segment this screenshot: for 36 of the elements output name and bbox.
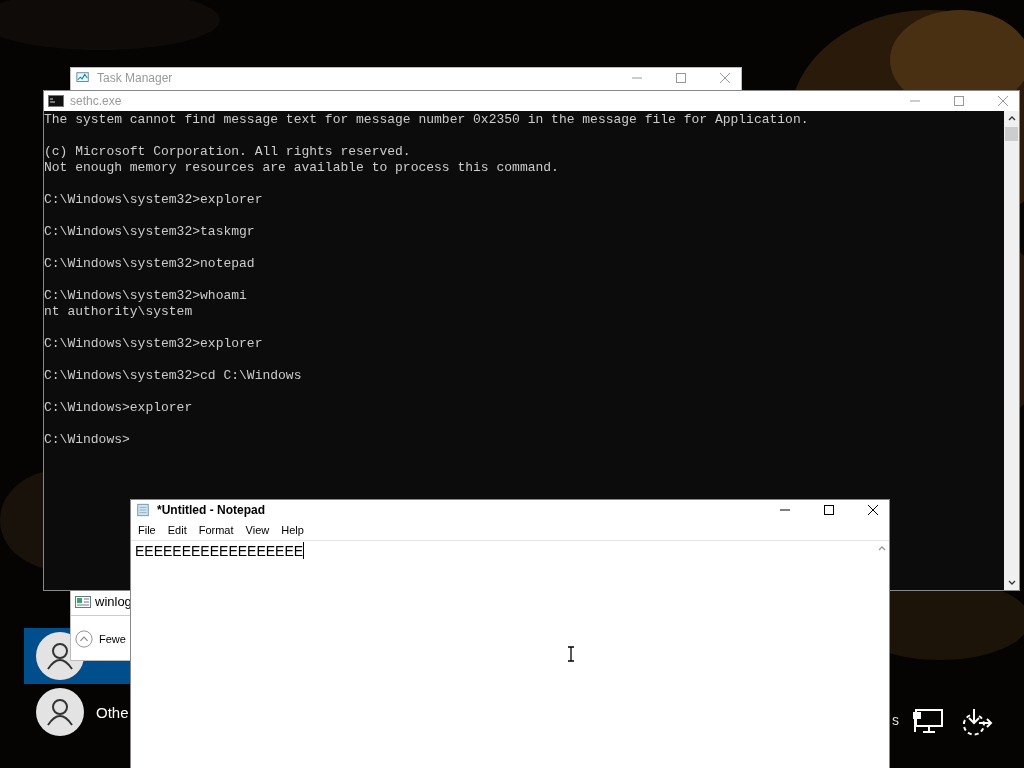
console-line: C:\Windows\system32>notepad <box>44 256 255 272</box>
user-name: Othe <box>96 703 129 721</box>
scroll-thumb[interactable] <box>1005 127 1018 141</box>
window-title: sethc.exe <box>70 94 122 108</box>
console-line: C:\Windows\system32>whoami <box>44 288 247 304</box>
console-line: C:\Windows\system32>explorer <box>44 336 263 352</box>
console-line: C:\Windows\system32>cd C:\Windows <box>44 368 302 384</box>
console-line: nt authority\system <box>44 304 193 320</box>
chevron-up-icon <box>75 630 93 648</box>
option-label: s <box>892 712 899 728</box>
console-line: Not enough memory resources are available to process this command. <box>44 160 559 176</box>
network-icon[interactable] <box>912 708 944 734</box>
console-line: (c) Microsoft Corporation. All rights reserved. <box>44 144 411 160</box>
menu-item[interactable]: Edit <box>162 524 194 536</box>
text-editor[interactable]: EEEEEEEEEEEEEEEEEE <box>131 541 874 768</box>
user-tile[interactable]: Othe <box>24 684 130 740</box>
notepad-icon <box>135 503 151 517</box>
menu-item[interactable]: Help <box>276 524 311 536</box>
console-line: The system cannot find message text for message number 0x2350 in the message file for Application. <box>44 112 809 128</box>
chart-icon <box>75 71 91 85</box>
menu-item[interactable]: View <box>240 524 277 536</box>
console-icon <box>48 94 64 108</box>
avatar-icon <box>36 688 84 736</box>
close-icon[interactable] <box>867 504 879 516</box>
console-line: C:\Windows\system32>explorer <box>44 192 263 208</box>
console-line: C:\Windows>explorer <box>44 400 193 416</box>
console-line: C:\Windows\system32>taskmgr <box>44 224 255 240</box>
window-title: *Untitled - Notepad <box>157 503 265 517</box>
menu-item[interactable]: File <box>133 524 163 536</box>
menu-item[interactable]: Format <box>193 524 241 536</box>
window-title: Task Manager <box>97 71 173 85</box>
window-icon <box>75 595 91 608</box>
console-line: C:\Windows> <box>44 432 130 448</box>
maximize-icon[interactable] <box>823 504 835 516</box>
text-cursor-icon <box>567 646 575 662</box>
scrollbar[interactable] <box>1004 111 1019 590</box>
